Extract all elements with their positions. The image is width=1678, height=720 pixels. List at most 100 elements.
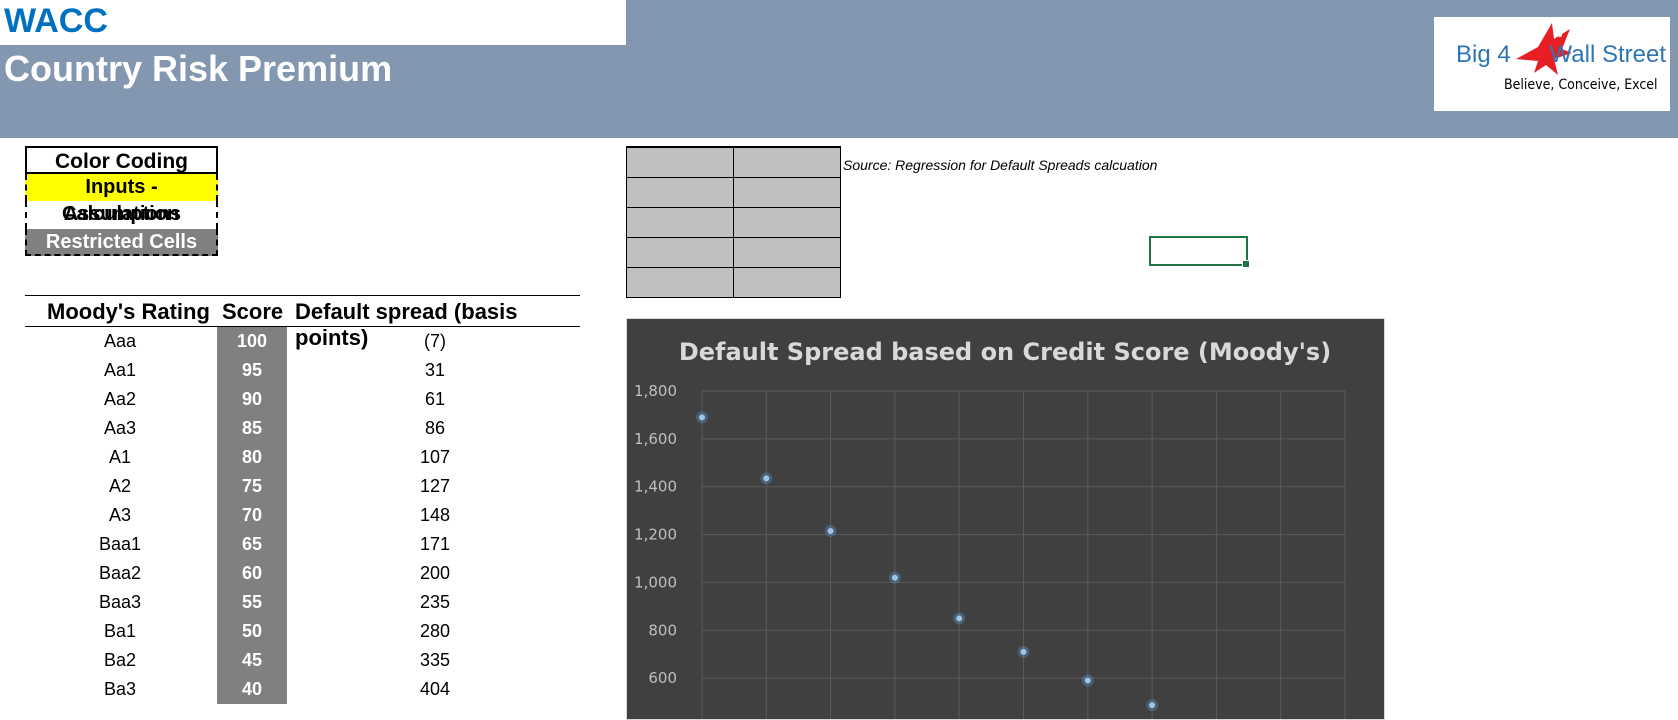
score-cell[interactable]: 75 [217,472,287,501]
spread-cell[interactable]: 335 [290,650,580,671]
legend-calculations-cell[interactable]: Calculations [25,201,218,229]
legend-header[interactable]: Color Coding [25,146,218,174]
table-row[interactable]: Baa165171 [25,530,580,559]
legend-inputs-cell[interactable]: Inputs - Assumption [25,174,218,202]
y-tick-label: 1,000 [634,573,677,591]
spread-cell[interactable]: 148 [290,505,580,526]
table-row[interactable]: Ba245335 [25,646,580,675]
grid-cell[interactable] [734,147,841,178]
color-coding-legend: Color Coding Inputs - Assumption Calcula… [25,146,218,256]
rating-cell[interactable]: Ba1 [25,621,215,642]
grid-cell[interactable] [627,178,734,208]
rating-cell[interactable]: Baa2 [25,563,215,584]
score-cell[interactable]: 50 [217,617,287,646]
chart-title: Default Spread based on Credit Score (Mo… [679,338,1331,366]
grid-cell[interactable] [734,268,841,298]
logo-tagline: Believe, Conceive, Excel [1504,77,1658,93]
spread-cell[interactable]: 61 [290,389,580,410]
spread-cell[interactable]: 171 [290,534,580,555]
grid-cell[interactable] [734,178,841,208]
logo-left-text: Big 4 [1456,41,1511,69]
restricted-cells-grid [626,146,841,298]
score-cell[interactable]: 100 [217,327,287,356]
logo-right-text: Wall Street [1550,41,1666,69]
score-cell[interactable]: 40 [217,675,287,704]
rating-cell[interactable]: Ba2 [25,650,215,671]
score-cell[interactable]: 70 [217,501,287,530]
y-tick-label: 1,800 [634,382,677,400]
grid-cell[interactable] [627,208,734,238]
data-point[interactable] [1085,678,1091,684]
score-cell[interactable]: 90 [217,385,287,414]
spread-cell[interactable]: 404 [290,679,580,700]
rating-cell[interactable]: Ba3 [25,679,215,700]
rating-cell[interactable]: Aa1 [25,360,215,381]
logo: Big 4 Wall Street Believe, Conceive, Exc… [1434,17,1670,111]
table-row[interactable]: Aa19531 [25,356,580,385]
rating-cell[interactable]: Aa2 [25,389,215,410]
data-point[interactable] [828,528,834,534]
page-subtitle: Country Risk Premium [4,48,392,90]
spread-cell[interactable]: 127 [290,476,580,497]
table-row[interactable]: Aa29061 [25,385,580,414]
table-row[interactable]: A370148 [25,501,580,530]
rating-cell[interactable]: Aaa [25,331,215,352]
table-body: Aaa100(7)Aa19531Aa29061Aa38586A180107A27… [25,327,580,704]
grid-cell[interactable] [627,147,734,178]
col-header-score[interactable]: Score [222,299,283,325]
table-row[interactable]: Baa260200 [25,559,580,588]
spread-cell[interactable]: 107 [290,447,580,468]
score-cell[interactable]: 80 [217,443,287,472]
table-row[interactable]: A180107 [25,443,580,472]
rating-cell[interactable]: A1 [25,447,215,468]
rating-cell[interactable]: A3 [25,505,215,526]
col-header-rating[interactable]: Moody's Rating [47,299,210,325]
spread-cell[interactable]: 280 [290,621,580,642]
data-point[interactable] [763,475,769,481]
data-point[interactable] [1021,649,1027,655]
scatter-chart[interactable]: Default Spread based on Credit Score (Mo… [626,318,1385,720]
data-point[interactable] [1149,702,1155,708]
legend-restricted-cell[interactable]: Restricted Cells [25,229,218,257]
score-cell[interactable]: 85 [217,414,287,443]
y-tick-label: 800 [648,621,677,639]
score-cell[interactable]: 60 [217,559,287,588]
grid-cell[interactable] [734,208,841,238]
table-row[interactable]: Ba340404 [25,675,580,704]
data-point[interactable] [956,615,962,621]
grid-cell[interactable] [627,238,734,268]
y-tick-label: 1,400 [634,478,677,496]
score-cell[interactable]: 55 [217,588,287,617]
table-row[interactable]: Baa355235 [25,588,580,617]
spread-cell[interactable]: 31 [290,360,580,381]
y-tick-label: 1,600 [634,430,677,448]
spread-cell[interactable]: 86 [290,418,580,439]
rating-cell[interactable]: Baa1 [25,534,215,555]
fill-handle[interactable] [1242,260,1250,268]
spread-cell[interactable]: 200 [290,563,580,584]
table-row[interactable]: A275127 [25,472,580,501]
data-point[interactable] [699,414,705,420]
table-row[interactable]: Ba150280 [25,617,580,646]
rating-cell[interactable]: Aa3 [25,418,215,439]
chart-canvas: Default Spread based on Credit Score (Mo… [627,319,1384,719]
table-row[interactable]: Aa38586 [25,414,580,443]
table-row[interactable]: Aaa100(7) [25,327,580,356]
score-cell[interactable]: 65 [217,530,287,559]
y-tick-label: 1,200 [634,526,677,544]
table-header: Moody's Rating Score Default spread (bas… [25,295,580,327]
page-title: WACC [4,2,108,41]
spread-cell[interactable]: 235 [290,592,580,613]
selected-cell[interactable] [1149,236,1248,266]
rating-cell[interactable]: Baa3 [25,592,215,613]
score-cell[interactable]: 45 [217,646,287,675]
grid-cell[interactable] [627,268,734,298]
y-tick-label: 400 [648,717,677,719]
data-point[interactable] [892,575,898,581]
grid-cell[interactable] [734,238,841,268]
rating-cell[interactable]: A2 [25,476,215,497]
score-cell[interactable]: 95 [217,356,287,385]
ratings-table: Moody's Rating Score Default spread (bas… [25,295,580,704]
y-tick-label: 600 [648,669,677,687]
spread-cell[interactable]: (7) [290,331,580,352]
